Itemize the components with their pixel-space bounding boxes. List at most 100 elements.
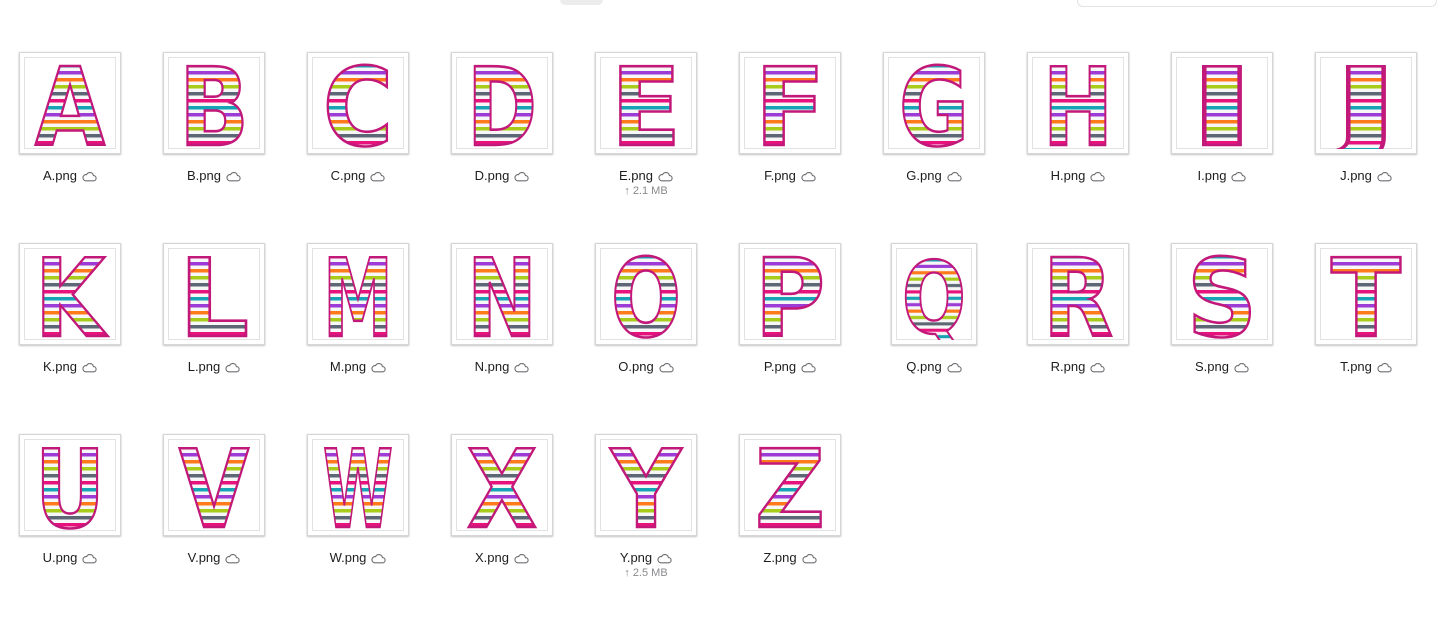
cloud-icon [801,363,816,373]
file-item[interactable]: P P.png [718,191,862,374]
file-thumbnail[interactable]: B [163,52,265,154]
file-name-label[interactable]: W.png [286,550,430,565]
file-item[interactable]: H H.png [1006,0,1150,183]
file-thumbnail[interactable]: U [19,434,121,536]
file-name-label[interactable]: M.png [286,359,430,374]
file-name: Z.png [763,550,797,565]
file-item[interactable]: F F.png [718,0,862,183]
file-name-label[interactable]: T.png [1294,359,1438,374]
svg-text:P: P [755,248,825,340]
letter-n-image: N [466,248,539,340]
file-thumbnail[interactable]: D [451,52,553,154]
file-thumbnail[interactable]: E [595,52,697,154]
letter-d-image: D [466,57,539,149]
file-item[interactable]: O O.png [574,191,718,374]
file-name-label[interactable]: R.png [1006,359,1150,374]
file-name: J.png [1340,168,1372,183]
file-item[interactable]: J J.png [1294,0,1438,183]
file-item[interactable]: Q Q.png [862,191,1006,374]
cloud-icon [371,363,386,373]
svg-text:U: U [35,439,105,531]
file-thumbnail[interactable]: F [739,52,841,154]
file-name-label[interactable]: Q.png [862,359,1006,374]
file-item[interactable]: B B.png [142,0,286,183]
file-item[interactable]: V V.png [142,382,286,565]
file-name-label[interactable]: C.png [286,168,430,183]
file-item[interactable]: C C.png [286,0,430,183]
file-name-label[interactable]: B.png [142,168,286,183]
file-item[interactable]: W W.png [286,382,430,565]
file-thumbnail[interactable]: K [19,243,121,345]
file-item[interactable]: I I.png [1150,0,1294,183]
file-thumbnail[interactable]: P [739,243,841,345]
file-name-label[interactable]: O.png [574,359,718,374]
file-thumbnail[interactable]: C [307,52,409,154]
file-thumbnail[interactable]: V [163,434,265,536]
file-name-label[interactable]: V.png [142,550,286,565]
file-item[interactable]: A A.png [0,0,142,183]
file-thumbnail[interactable]: N [451,243,553,345]
file-thumbnail[interactable]: H [1027,52,1129,154]
file-item[interactable]: R R.png [1006,191,1150,374]
file-item[interactable]: Z Z.png [718,382,862,565]
file-item[interactable]: U U.png [0,382,142,565]
file-item[interactable]: T T.png [1294,191,1438,374]
svg-text:B: B [179,57,249,149]
file-item[interactable]: E E.png ↑ 2.1 MB [574,0,718,197]
file-thumbnail[interactable]: Z [739,434,841,536]
file-thumbnail[interactable]: Y [595,434,697,536]
file-name-label[interactable]: P.png [718,359,862,374]
file-name: H.png [1050,168,1086,183]
file-item[interactable]: G G.png [862,0,1006,183]
file-name-label[interactable]: H.png [1006,168,1150,183]
svg-text:Y: Y [609,439,682,531]
file-thumbnail[interactable]: I [1171,52,1273,154]
svg-text:O: O [611,248,681,340]
file-name-label[interactable]: D.png [430,168,574,183]
file-name-label[interactable]: Y.png [574,550,718,565]
svg-text:K: K [35,248,108,340]
file-item[interactable]: L L.png [142,191,286,374]
letter-x-image: X [466,439,539,531]
svg-text:H: H [1043,57,1113,149]
letter-p-image: P [754,248,827,340]
upload-arrow-icon: ↑ [624,567,630,579]
file-thumbnail[interactable]: S [1171,243,1273,345]
file-item[interactable]: D D.png [430,0,574,183]
file-thumbnail[interactable]: W [307,434,409,536]
file-name-label[interactable]: A.png [0,168,142,183]
file-name-label[interactable]: I.png [1150,168,1294,183]
file-item[interactable]: X X.png [430,382,574,565]
file-item[interactable]: S S.png [1150,191,1294,374]
file-name-label[interactable]: F.png [718,168,862,183]
file-thumbnail[interactable]: M [307,243,409,345]
file-thumbnail[interactable]: O [595,243,697,345]
file-name-label[interactable]: G.png [862,168,1006,183]
file-name-label[interactable]: E.png [574,168,718,183]
file-thumbnail[interactable]: G [883,52,985,154]
letter-u-image: U [34,439,107,531]
file-thumbnail[interactable]: R [1027,243,1129,345]
file-thumbnail[interactable]: J [1315,52,1417,154]
file-name: L.png [187,359,221,374]
file-name-label[interactable]: L.png [142,359,286,374]
file-item[interactable]: N N.png [430,191,574,374]
file-thumbnail[interactable]: Q [891,243,977,345]
letter-a-image: A [34,57,107,149]
file-name-label[interactable]: U.png [0,550,142,565]
file-name-label[interactable]: Z.png [718,550,862,565]
file-thumbnail[interactable]: T [1315,243,1417,345]
file-name-label[interactable]: S.png [1150,359,1294,374]
file-name-label[interactable]: N.png [430,359,574,374]
file-thumbnail[interactable]: X [451,434,553,536]
file-thumbnail[interactable]: L [163,243,265,345]
file-thumbnail[interactable]: A [19,52,121,154]
letter-k-image: K [34,248,109,340]
file-item[interactable]: Y Y.png ↑ 2.5 MB [574,382,718,579]
file-item[interactable]: K K.png [0,191,142,374]
file-item[interactable]: M M.png [286,191,430,374]
file-name-label[interactable]: X.png [430,550,574,565]
file-name-label[interactable]: K.png [0,359,142,374]
file-name-label[interactable]: J.png [1294,168,1438,183]
cloud-icon [801,172,816,182]
